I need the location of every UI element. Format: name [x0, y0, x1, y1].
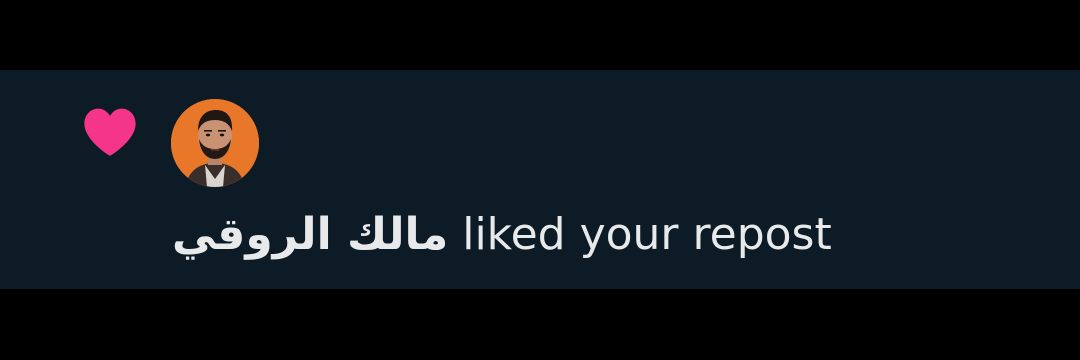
heart-icon [84, 108, 136, 156]
avatar[interactable] [171, 99, 259, 187]
notification-text: مالك الروقي liked your repost [172, 203, 832, 267]
username-link[interactable]: مالك الروقي [172, 209, 448, 260]
avatar-portrait-icon [171, 99, 259, 187]
screen: مالك الروقي liked your repost [0, 0, 1080, 360]
action-text: liked your repost [462, 209, 832, 260]
